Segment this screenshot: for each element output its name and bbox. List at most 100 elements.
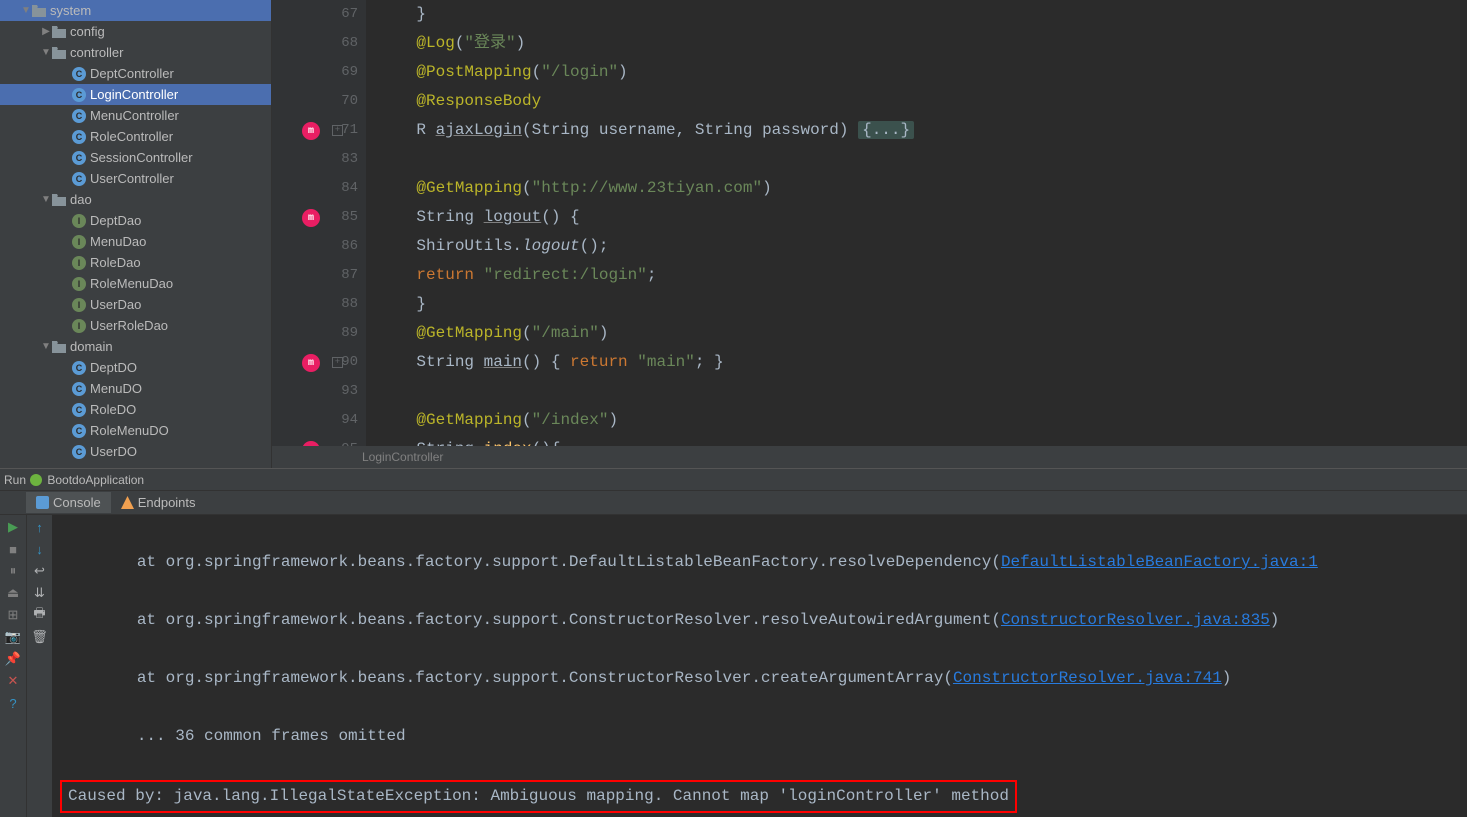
close-icon[interactable]: ✕ (5, 673, 21, 689)
stop-icon[interactable]: ■ (5, 541, 21, 557)
wrap-icon[interactable]: ↩ (32, 563, 48, 579)
tree-file[interactable]: CRoleMenuDO (0, 420, 271, 441)
line-number: 87 (272, 261, 358, 290)
class-icon: C (72, 382, 86, 396)
tree-file[interactable]: CDeptController (0, 63, 271, 84)
tree-folder-controller[interactable]: controller (0, 42, 271, 63)
tree-label: DeptDao (90, 213, 141, 228)
pin-icon[interactable]: 📌 (5, 651, 21, 667)
line-number: 67 (272, 0, 358, 29)
help-icon[interactable]: ? (5, 695, 21, 711)
tree-file-login-controller[interactable]: CLoginController (0, 84, 271, 105)
tree-file[interactable]: I UserDao (0, 294, 271, 315)
code-editor[interactable]: 67 68 69 70 71m+ 83 84 85m 86 87 88 89 9… (272, 0, 1467, 468)
tree-label: UserRoleDao (90, 318, 168, 333)
run-label: Run (4, 473, 26, 487)
tree-file[interactable]: CDeptDO (0, 357, 271, 378)
tree-label: RoleController (90, 129, 173, 144)
interface-icon: I (72, 214, 86, 228)
class-icon: C (72, 445, 86, 459)
line-number: 95m (272, 435, 358, 446)
tree-label: RoleDao (90, 255, 141, 270)
tree-file[interactable]: CRoleController (0, 126, 271, 147)
console-line: at org.springframework.beans.factory.sup… (60, 611, 1001, 629)
exit-icon[interactable]: ⏏ (5, 585, 21, 601)
interface-icon: I (72, 298, 86, 312)
stack-link[interactable]: ConstructorResolver.java:741 (953, 669, 1222, 687)
stack-link[interactable]: DefaultListableBeanFactory.java:1 (1001, 553, 1318, 571)
tree-label: system (50, 3, 91, 18)
tree-file[interactable]: CRoleDO (0, 399, 271, 420)
clear-icon[interactable]: 🗑 (32, 629, 48, 645)
class-icon: C (72, 172, 86, 186)
down-icon[interactable]: ↓ (32, 541, 48, 557)
mapping-icon[interactable]: m (302, 122, 320, 140)
class-icon: C (72, 403, 86, 417)
tree-file[interactable]: IRoleMenuDao (0, 273, 271, 294)
tree-folder-domain[interactable]: domain (0, 336, 271, 357)
line-number: 71m+ (272, 116, 358, 145)
mapping-icon[interactable]: m (302, 209, 320, 227)
console-line: at org.springframework.beans.factory.sup… (60, 669, 953, 687)
console-line: ... 36 common frames omitted (60, 722, 1459, 751)
stack-link[interactable]: ConstructorResolver.java:835 (1001, 611, 1270, 629)
tree-file[interactable]: C MenuDO (0, 378, 271, 399)
dump-icon[interactable]: 📷 (5, 629, 21, 645)
pause-icon[interactable]: ⏸ (5, 563, 21, 579)
tree-label: MenuDao (90, 234, 146, 249)
spring-boot-icon (29, 473, 43, 487)
rerun-icon[interactable]: ▶ (5, 519, 21, 535)
tree-label: UserDao (90, 297, 141, 312)
run-header: Run BootdoApplication (0, 469, 1467, 491)
line-number: 86 (272, 232, 358, 261)
breadcrumb[interactable]: LoginController (272, 446, 1467, 468)
tree-file[interactable]: CUserController (0, 168, 271, 189)
tree-file[interactable]: CMenuController (0, 105, 271, 126)
scroll-icon[interactable]: ⇊ (32, 585, 48, 601)
print-icon[interactable]: 🖶 (32, 607, 48, 623)
tree-folder-system[interactable]: system (0, 0, 271, 21)
tree-file[interactable]: C UserDO (0, 441, 271, 462)
tree-file[interactable]: IRoleDao (0, 252, 271, 273)
gutter[interactable]: 67 68 69 70 71m+ 83 84 85m 86 87 88 89 9… (272, 0, 366, 446)
line-number: 83 (272, 145, 358, 174)
tree-file[interactable]: IMenuDao (0, 231, 271, 252)
tree-label: DeptController (90, 66, 174, 81)
tree-label: controller (70, 45, 123, 60)
folded-code[interactable]: {...} (858, 121, 914, 139)
class-icon: C (72, 151, 86, 165)
chevron-down-icon (40, 194, 52, 205)
up-icon[interactable]: ↑ (32, 519, 48, 535)
line-number: 88 (272, 290, 358, 319)
line-number: 90m+ (272, 348, 358, 377)
tree-label: MenuDO (90, 381, 142, 396)
line-number: 68 (272, 29, 358, 58)
fold-icon[interactable]: + (332, 357, 343, 368)
tree-label: dao (70, 192, 92, 207)
folder-icon (32, 4, 46, 18)
tree-label: RoleMenuDao (90, 276, 173, 291)
tree-label: MenuController (90, 108, 179, 123)
layout-icon[interactable]: ⊞ (5, 607, 21, 623)
mapping-icon[interactable]: m (302, 441, 320, 446)
tab-endpoints[interactable]: Endpoints (111, 492, 206, 513)
tab-console[interactable]: Console (26, 492, 111, 513)
mapping-icon[interactable]: m (302, 354, 320, 372)
project-tree[interactable]: system config controller CDeptController… (0, 0, 272, 468)
tree-file[interactable]: C SessionController (0, 147, 271, 168)
console-output[interactable]: at org.springframework.beans.factory.sup… (52, 515, 1467, 817)
tree-file[interactable]: I DeptDao (0, 210, 271, 231)
tree-label: UserDO (90, 444, 137, 459)
tree-label: config (70, 24, 105, 39)
tree-folder-dao[interactable]: dao (0, 189, 271, 210)
line-number: 84 (272, 174, 358, 203)
fold-icon[interactable]: + (332, 125, 343, 136)
tree-folder-config[interactable]: config (0, 21, 271, 42)
tree-file[interactable]: IUserRoleDao (0, 315, 271, 336)
code-content[interactable]: } @Log("登录") @PostMapping("/login") @Res… (366, 0, 1467, 446)
tab-label: Endpoints (138, 495, 196, 510)
tree-label: SessionController (90, 150, 193, 165)
line-number: 85m (272, 203, 358, 232)
line-number: 70 (272, 87, 358, 116)
folder-icon (52, 25, 66, 39)
